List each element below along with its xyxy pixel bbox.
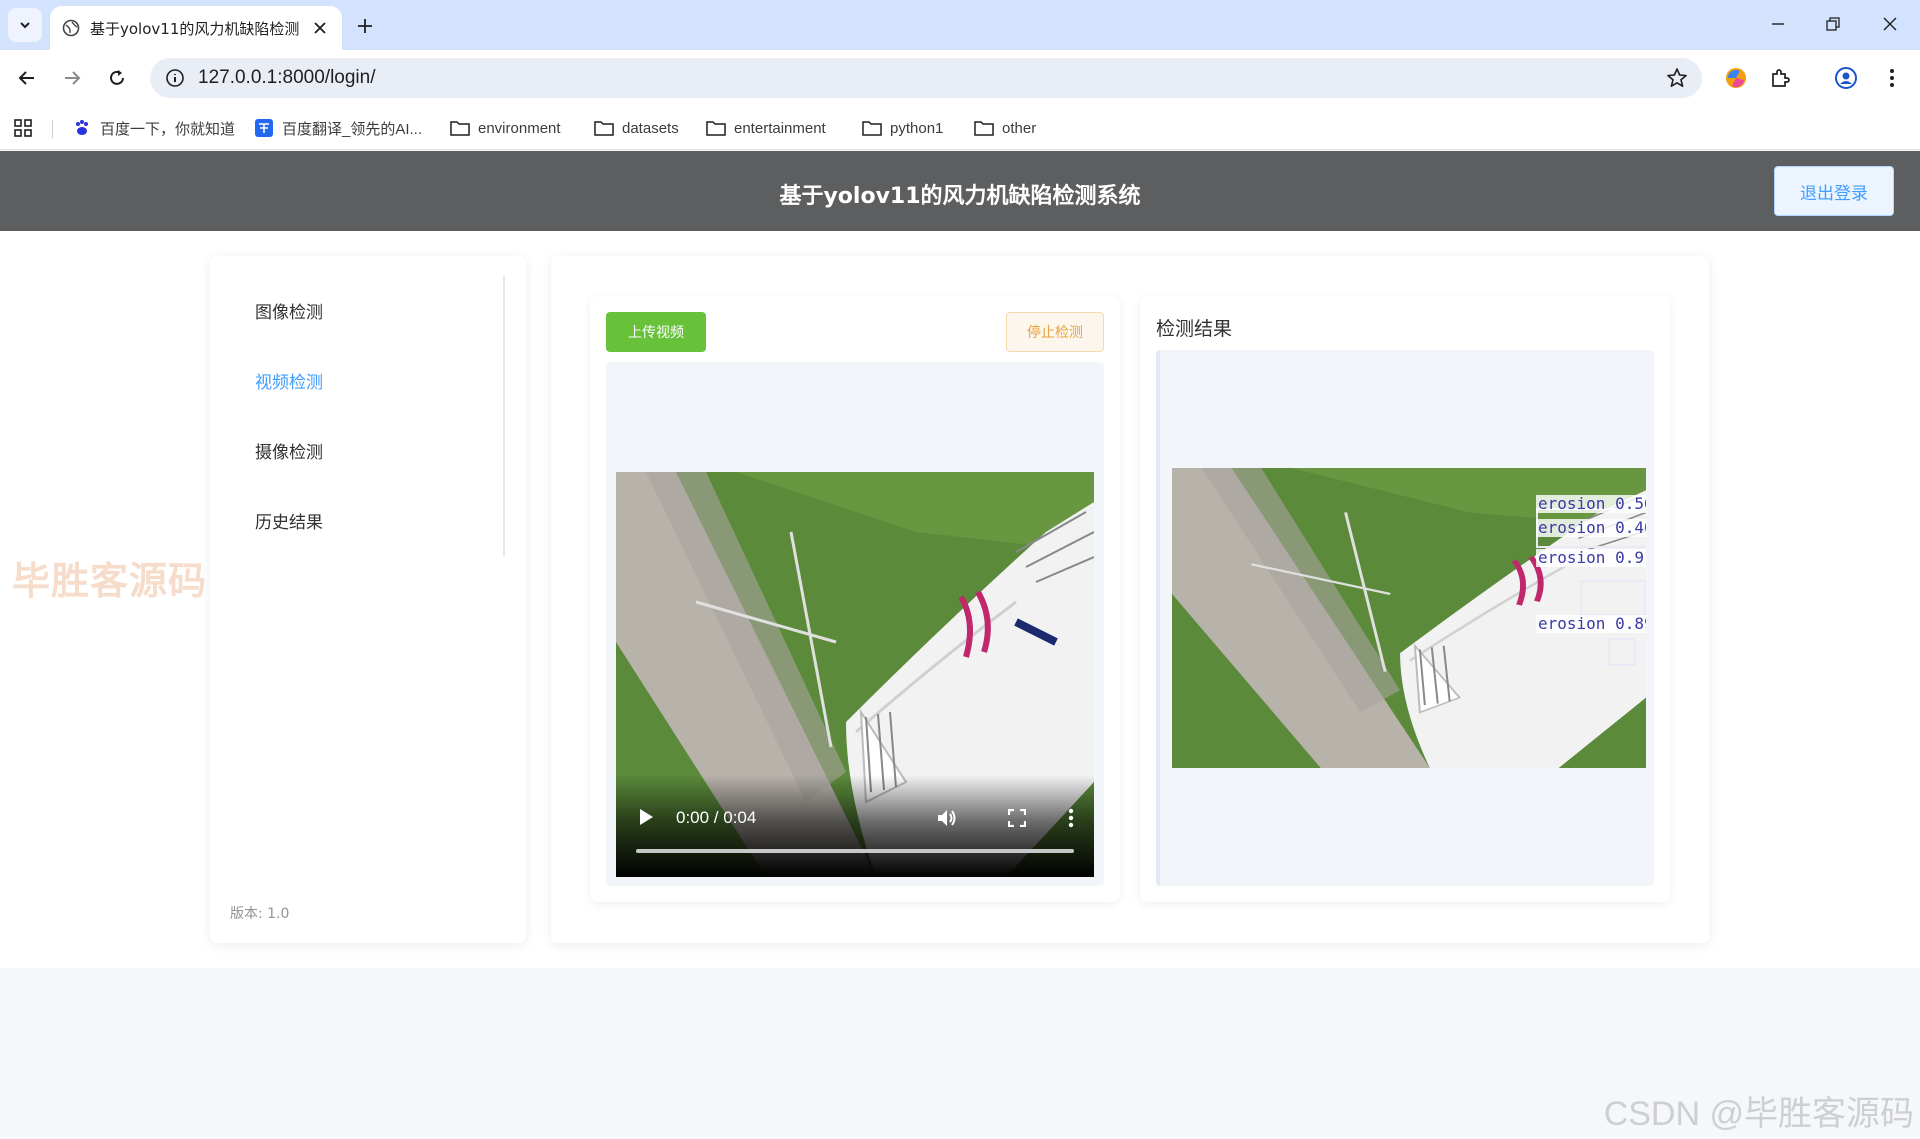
- reload-button[interactable]: [99, 60, 135, 96]
- browser-tab-strip: 基于yolov11的风力机缺陷检测: [0, 0, 1920, 50]
- close-tab-icon[interactable]: [310, 18, 330, 38]
- apps-grid-button[interactable]: [14, 116, 32, 140]
- bookmark-label: other: [1002, 119, 1037, 137]
- video-progress-bar[interactable]: [636, 849, 1074, 853]
- bookmark-label: 百度翻译_领先的AI...: [282, 120, 423, 138]
- restore-button[interactable]: [1813, 8, 1853, 40]
- play-icon: [640, 809, 653, 825]
- folder-icon: [450, 119, 470, 137]
- upload-video-button[interactable]: 上传视频: [606, 312, 706, 352]
- bookmark-baidu-translate[interactable]: 百度翻译_领先的AI...: [254, 116, 422, 140]
- bookmark-folder-python1[interactable]: python1: [862, 116, 943, 140]
- detection-box: [1608, 638, 1636, 666]
- detection-label: erosion 0.91: [1536, 549, 1646, 567]
- video-player[interactable]: 0:00 / 0:04: [616, 472, 1094, 877]
- forward-button[interactable]: [54, 60, 90, 96]
- back-button[interactable]: [9, 60, 45, 96]
- bookmark-label: python1: [890, 119, 944, 137]
- bookmark-folder-entertainment[interactable]: entertainment: [706, 116, 826, 140]
- tab-search-button[interactable]: [8, 8, 42, 42]
- sidebar-item-camera-detection[interactable]: 摄像检测: [255, 438, 323, 463]
- close-icon: [1883, 17, 1897, 31]
- reload-icon: [110, 70, 124, 85]
- bookmark-folder-environment[interactable]: environment: [450, 116, 561, 140]
- result-title: 检测结果: [1156, 318, 1233, 340]
- folder-icon: [594, 119, 614, 137]
- arrow-left-icon: [18, 71, 34, 85]
- volume-icon: [938, 810, 956, 826]
- detection-box: [1580, 580, 1646, 616]
- close-window-button[interactable]: [1870, 8, 1910, 40]
- plus-icon: [358, 19, 372, 33]
- bookmark-label: datasets: [622, 119, 679, 137]
- bookmark-star-icon[interactable]: [1666, 67, 1688, 89]
- folder-icon: [974, 119, 994, 137]
- folder-icon: [862, 119, 882, 137]
- tab-title: 基于yolov11的风力机缺陷检测: [90, 19, 300, 38]
- bookmark-label: 百度一下，你就知道: [100, 120, 236, 138]
- arrow-right-icon: [65, 71, 81, 85]
- chevron-down-icon: [20, 22, 30, 29]
- minimize-button[interactable]: [1758, 8, 1798, 40]
- site-info-icon[interactable]: [164, 67, 186, 89]
- baidu-paw-icon: [72, 119, 92, 137]
- sidebar-item-video-detection[interactable]: 视频检测: [255, 368, 323, 393]
- bookmark-label: environment: [478, 119, 561, 137]
- folder-icon: [706, 119, 726, 137]
- copilot-icon[interactable]: [1722, 64, 1750, 92]
- csdn-watermark: CSDN @毕胜客源码: [1603, 1095, 1914, 1133]
- browser-menu-icon[interactable]: [1878, 64, 1906, 92]
- browser-toolbar: 127.0.0.1:8000/login/: [0, 50, 1920, 106]
- profile-avatar-icon[interactable]: [1832, 64, 1860, 92]
- watermark-text: 毕胜客源码: [12, 559, 208, 603]
- bookmarks-divider: [52, 120, 53, 138]
- detection-label: erosion 0.40: [1536, 519, 1646, 537]
- stop-detection-button[interactable]: 停止检测: [1006, 312, 1104, 352]
- more-vertical-icon: [1068, 808, 1074, 828]
- video-container: 0:00 / 0:04: [606, 362, 1104, 886]
- globe-icon: [62, 19, 80, 37]
- version-label: 版本: 1.0: [230, 906, 290, 922]
- bookmark-label: entertainment: [734, 119, 826, 137]
- app-header: 基于yolov11的风力机缺陷检测系统 退出登录: [0, 151, 1920, 231]
- sidebar-item-image-detection[interactable]: 图像检测: [255, 298, 323, 323]
- bookmark-folder-datasets[interactable]: datasets: [594, 116, 679, 140]
- browser-tab-active[interactable]: 基于yolov11的风力机缺陷检测: [50, 6, 342, 50]
- baidu-translate-icon: [254, 119, 274, 137]
- result-container: erosion 0.56 erosion 0.40 erosion 0.91 e…: [1156, 350, 1654, 886]
- detection-label: erosion 0.56: [1536, 495, 1646, 513]
- video-panel: 上传视频 停止检测 0:00 / 0:04: [590, 296, 1120, 902]
- extensions-puzzle-icon[interactable]: [1766, 64, 1794, 92]
- minimize-icon: [1772, 23, 1784, 25]
- video-time: 0:00 / 0:04: [676, 808, 757, 827]
- play-button[interactable]: [634, 805, 658, 829]
- video-controls: 0:00 / 0:04: [616, 775, 1094, 877]
- sidebar-item-history[interactable]: 历史结果: [255, 508, 323, 533]
- sidebar: 图像检测 视频检测 摄像检测 历史结果 版本: 1.0: [210, 256, 526, 943]
- video-more-button[interactable]: [1062, 805, 1080, 831]
- volume-button[interactable]: [934, 805, 960, 831]
- apps-grid-icon: [14, 119, 32, 137]
- result-panel: 检测结果 erosion 0.56 erosion 0.40 erosion 0…: [1140, 296, 1670, 902]
- result-image: erosion 0.56 erosion 0.40 erosion 0.91 e…: [1172, 468, 1646, 768]
- bookmarks-bar: 百度一下，你就知道 百度翻译_领先的AI... environment data…: [0, 106, 1920, 150]
- fullscreen-button[interactable]: [1004, 805, 1030, 831]
- address-bar[interactable]: 127.0.0.1:8000/login/: [150, 58, 1702, 98]
- restore-icon: [1826, 17, 1840, 31]
- url-text: 127.0.0.1:8000/login/: [198, 67, 376, 88]
- bookmark-baidu[interactable]: 百度一下，你就知道: [72, 116, 235, 140]
- logout-button[interactable]: 退出登录: [1774, 166, 1894, 216]
- new-tab-button[interactable]: [350, 11, 380, 41]
- page-title: 基于yolov11的风力机缺陷检测系统: [779, 184, 1141, 209]
- main-card: 上传视频 停止检测 0:00 / 0:04 检测结果 erosion 0.56 …: [551, 256, 1709, 943]
- fullscreen-icon: [1008, 809, 1026, 827]
- detection-label: erosion 0.89: [1536, 615, 1646, 633]
- menu-divider: [503, 276, 505, 556]
- bookmark-folder-other[interactable]: other: [974, 116, 1036, 140]
